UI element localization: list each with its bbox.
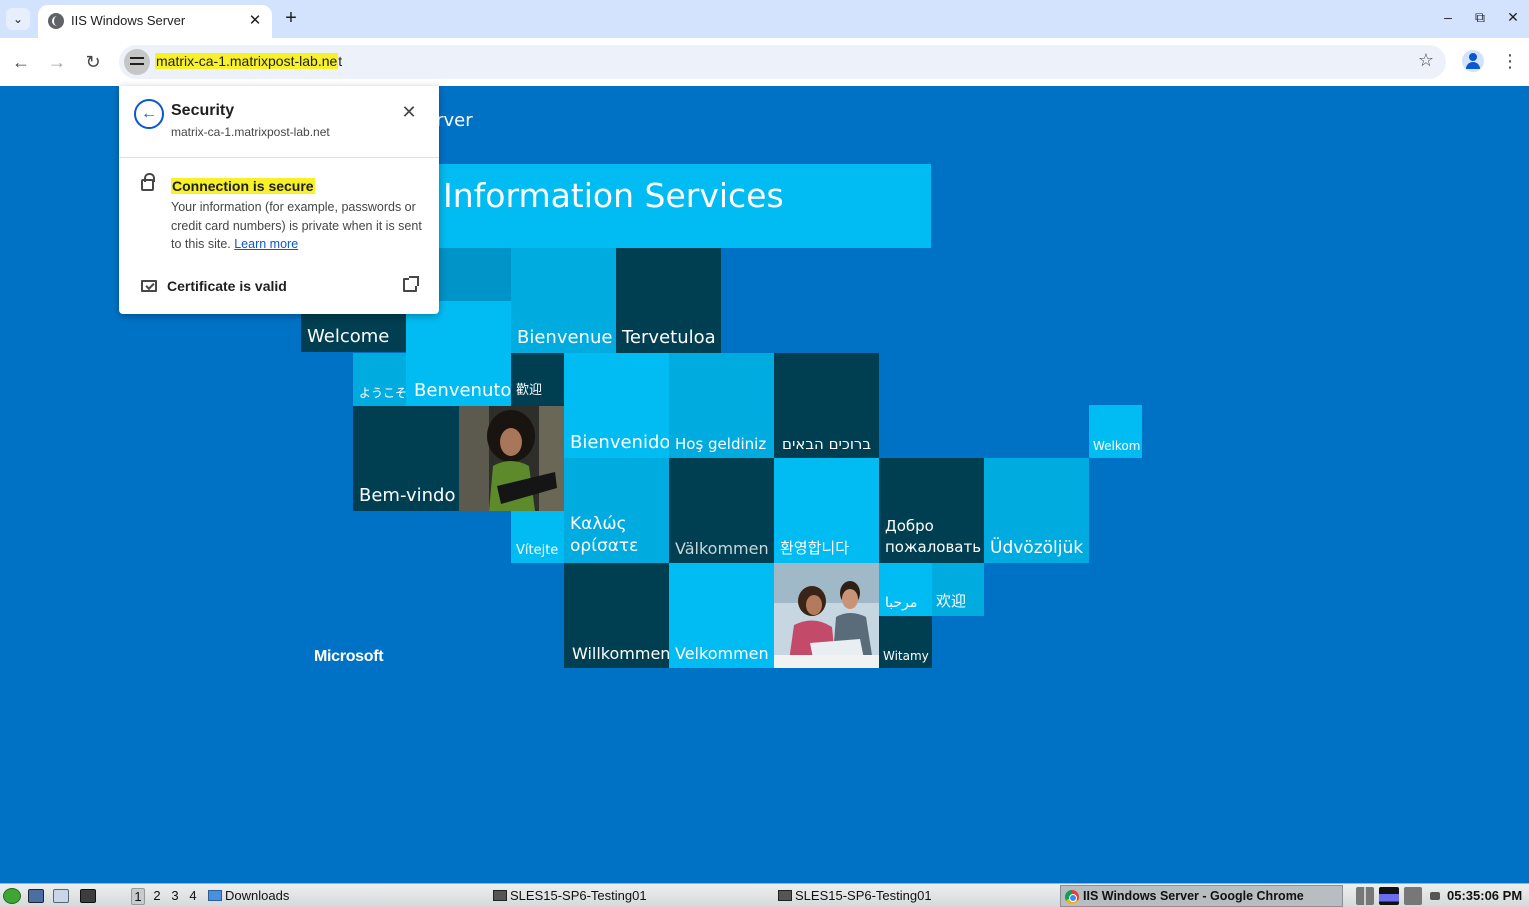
tab-strip: ⌄ IIS Windows Server ✕ + – ⧉ ✕ [0, 0, 1529, 38]
tile-huanying-simplified: 欢迎 [932, 563, 984, 616]
popup-hostname: matrix-ca-1.matrixpost-lab.net [171, 125, 330, 139]
browser-toolbar: ← → ↻ matrix-ca-1.matrixpost-lab.net ☆ ⋮ [0, 38, 1529, 86]
tile-youkoso: ようこそ [353, 353, 406, 406]
iis-banner: Information Services [425, 164, 931, 248]
url-rest: t [338, 53, 343, 69]
tile-udvozoljuk: Üdvözöljük [984, 458, 1089, 563]
tile-benvenuto: Benvenuto [406, 353, 511, 406]
workspace-2[interactable]: 2 [150, 888, 164, 903]
tile-welkom: Welkom [1089, 405, 1142, 458]
tile-vitejte: Vítejte [511, 511, 564, 563]
bookmark-star-icon[interactable]: ☆ [1418, 50, 1434, 71]
connection-description: Your information (for example, passwords… [171, 198, 426, 254]
tile-korean: 환영합니다 [774, 458, 879, 563]
tile-witamy: Witamy [879, 616, 932, 668]
new-tab-button[interactable]: + [282, 7, 300, 29]
reload-button[interactable]: ↻ [81, 50, 105, 74]
tile-arabic: مرحبا [879, 563, 932, 616]
photo-woman-laptop [459, 406, 564, 511]
url-highlight: matrix-ca-1.matrixpost-lab.ne [155, 53, 339, 69]
back-button[interactable]: ← [9, 50, 33, 74]
desktop-taskbar: 1 2 3 4 Downloads SLES15-SP6-Testing01 S… [0, 883, 1529, 907]
clock: 05:35:06 PM [1447, 888, 1523, 903]
forward-button[interactable]: → [45, 50, 69, 74]
taskbar-chrome-label: IIS Windows Server - Google Chrome [1083, 889, 1304, 903]
photo-two-people-laptop [774, 563, 879, 668]
globe-icon [48, 13, 64, 29]
popup-close-icon[interactable]: ✕ [400, 102, 418, 123]
tile-kalos-orisate: Καλώς ορίσατε [564, 458, 669, 563]
popup-title: Security [171, 102, 235, 119]
start-menu-icon[interactable] [3, 888, 21, 904]
folder-icon [208, 890, 222, 901]
pager-icon[interactable] [1356, 887, 1374, 905]
tab-title: IIS Windows Server [71, 13, 186, 28]
taskbar-task-sles-2[interactable]: SLES15-SP6-Testing01 [778, 888, 932, 903]
taskbar-task-sles-1[interactable]: SLES15-SP6-Testing01 [493, 888, 647, 903]
tile-welcome: Welcome [301, 314, 406, 352]
tile-bienvenido: Bienvenido [564, 353, 669, 458]
external-link-icon[interactable] [403, 276, 419, 292]
workspace-4[interactable]: 4 [186, 888, 200, 903]
window-close-button[interactable]: ✕ [1505, 9, 1521, 26]
taskbar-downloads-label: Downloads [225, 888, 290, 903]
url-text[interactable]: matrix-ca-1.matrixpost-lab.net [155, 53, 342, 69]
tab-close-icon[interactable]: ✕ [247, 11, 263, 29]
connection-secure-label: Connection is secure [171, 178, 315, 194]
tile-dobro-pozhalovat: Добро пожаловать [879, 458, 984, 563]
window-icon [778, 890, 792, 901]
certificate-valid-button[interactable]: Certificate is valid [167, 278, 287, 294]
tile-willkommen: Willkommen [564, 563, 669, 668]
taskbar-task-label: SLES15-SP6-Testing01 [795, 888, 932, 903]
tab-iis-windows-server[interactable]: IIS Windows Server ✕ [38, 5, 272, 38]
workspace-3[interactable]: 3 [168, 888, 182, 903]
chrome-menu-icon[interactable]: ⋮ [1500, 50, 1520, 72]
tile-bienvenue: Bienvenue [511, 248, 616, 353]
certificate-icon [141, 280, 157, 292]
back-arrow-icon[interactable]: ← [134, 99, 164, 129]
notification-icon[interactable] [1430, 892, 1440, 900]
cpu-monitor-icon [1379, 887, 1399, 905]
popup-divider [119, 157, 439, 158]
profile-avatar-icon[interactable] [1462, 50, 1484, 72]
tile-hebrew: ברוכים הבאים [774, 353, 879, 458]
security-popup: ← Security matrix-ca-1.matrixpost-lab.ne… [119, 86, 439, 314]
tile-velkommen: Velkommen [669, 563, 774, 668]
lock-icon [141, 173, 155, 191]
system-tray-icon[interactable] [1404, 887, 1422, 905]
tile-huanying-traditional: 歡迎 [511, 353, 564, 406]
tile-tervetuloa: Tervetuloa [616, 248, 721, 353]
desktop-icon[interactable] [28, 889, 44, 903]
tile-hos-geldiniz: Hoş geldiniz [669, 353, 774, 458]
file-manager-icon[interactable] [53, 889, 69, 903]
banner-title: Information Services [443, 176, 784, 215]
window-icon [493, 890, 507, 901]
address-bar[interactable]: matrix-ca-1.matrixpost-lab.net ☆ [119, 45, 1446, 79]
tab-search-button[interactable]: ⌄ [6, 8, 30, 30]
workspace-1[interactable]: 1 [131, 888, 145, 905]
restore-button[interactable]: ⧉ [1472, 9, 1488, 26]
taskbar-downloads[interactable]: Downloads [208, 888, 289, 903]
taskbar-task-label: SLES15-SP6-Testing01 [510, 888, 647, 903]
learn-more-link[interactable]: Learn more [234, 237, 298, 251]
site-info-icon[interactable] [124, 49, 150, 75]
tile-bem-vindo: Bem-vindo [353, 406, 459, 511]
terminal-icon[interactable] [80, 889, 96, 903]
chrome-icon [1065, 890, 1079, 904]
tile-valkommen: Välkommen [669, 458, 774, 563]
microsoft-logo-text: Microsoft [314, 648, 384, 665]
taskbar-task-chrome[interactable]: IIS Windows Server - Google Chrome [1060, 885, 1343, 907]
minimize-button[interactable]: – [1440, 9, 1456, 25]
